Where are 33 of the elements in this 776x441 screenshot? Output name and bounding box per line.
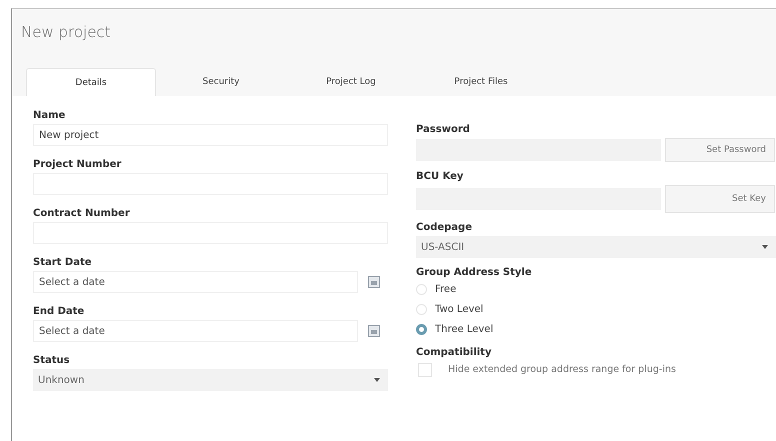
field-label: Codepage <box>416 222 472 233</box>
field-label: Start Date <box>33 257 92 268</box>
caret-icon <box>762 245 768 249</box>
radio-button[interactable] <box>416 324 427 335</box>
tab[interactable]: Details <box>26 68 156 96</box>
field-label: BCU Key <box>416 171 464 182</box>
radio-label: Two Level <box>435 304 484 315</box>
codepage-dropdown[interactable]: US-ASCII <box>416 236 776 258</box>
date-field[interactable]: Select a date <box>33 320 358 342</box>
set-password-button[interactable]: Set Password <box>665 138 775 162</box>
field-label: Group Address Style <box>416 267 532 278</box>
date-field[interactable]: Select a date <box>33 271 358 293</box>
radio-label: Free <box>435 284 456 295</box>
field-label: Name <box>33 110 66 121</box>
field-label: Project Number <box>33 159 122 170</box>
calendar-icon[interactable] <box>368 325 380 337</box>
status-dropdown[interactable]: Unknown <box>33 369 388 391</box>
caret-icon <box>374 378 380 382</box>
field-label: End Date <box>33 306 84 317</box>
tab[interactable]: Project Files <box>416 68 546 96</box>
field-label: Compatibility <box>416 347 492 358</box>
set-key-button[interactable]: Set Key <box>665 185 775 213</box>
checkbox[interactable] <box>418 362 432 376</box>
calendar-icon[interactable] <box>368 276 380 288</box>
field-label: Status <box>33 355 70 366</box>
text-field[interactable]: New project <box>33 124 388 146</box>
field-label: Password <box>416 124 470 135</box>
tab[interactable]: Security <box>156 68 286 96</box>
tab[interactable]: Project Log <box>286 68 416 96</box>
field-label: Contract Number <box>33 208 130 219</box>
checkbox-label: Hide extended group address range for plug-ins <box>448 364 676 375</box>
radio-label: Three Level <box>435 324 494 335</box>
window-title: New project <box>20 22 112 43</box>
